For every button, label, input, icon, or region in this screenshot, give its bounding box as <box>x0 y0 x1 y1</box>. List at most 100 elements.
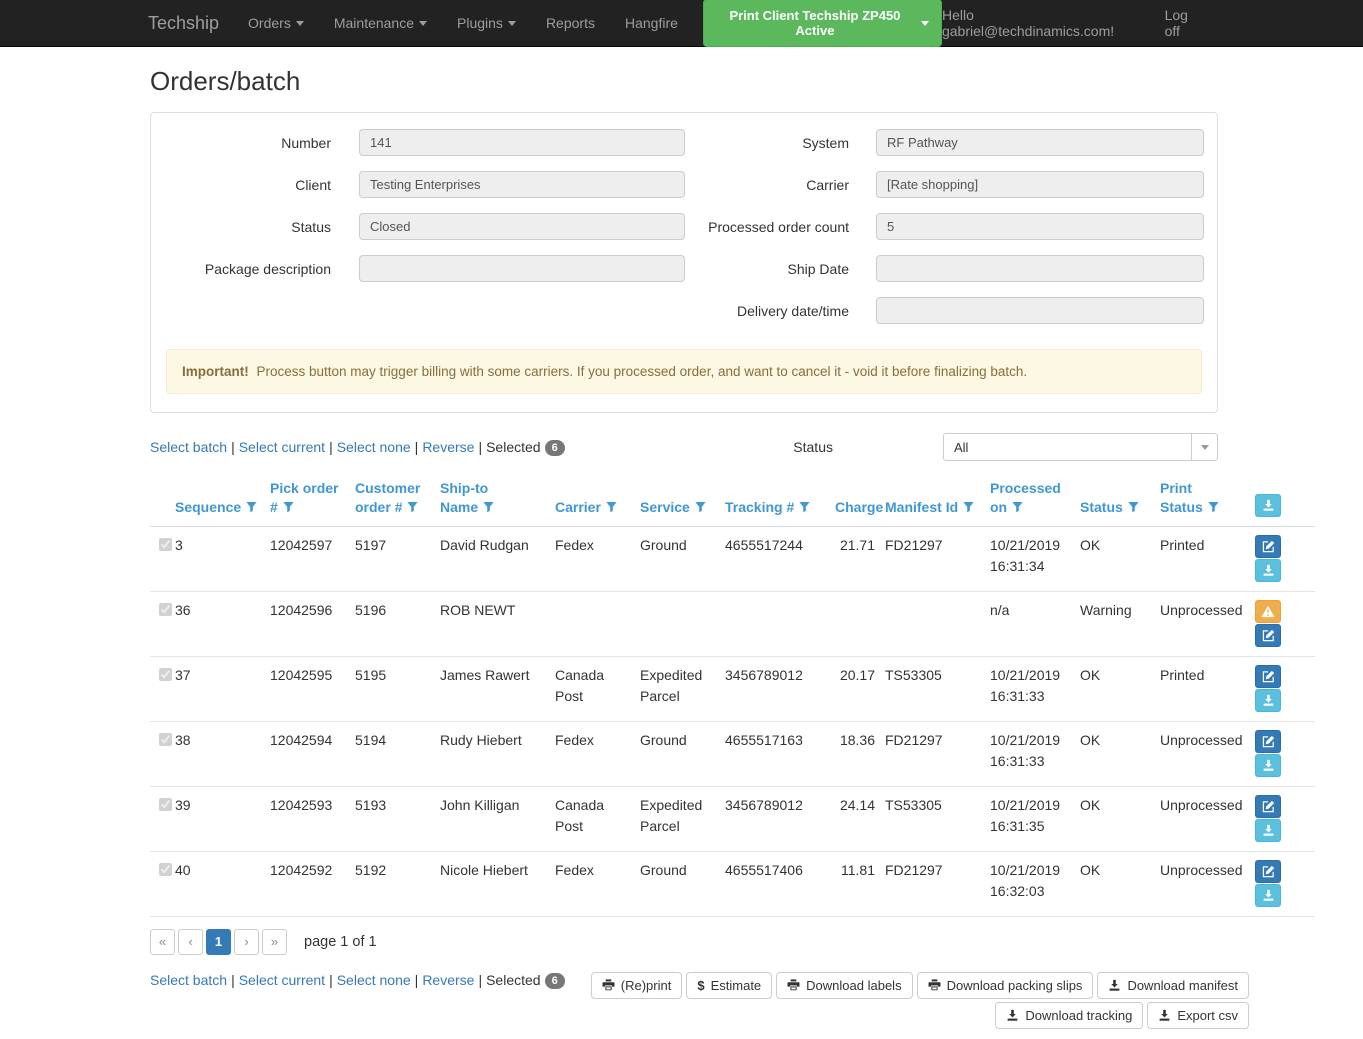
column-header-service: Service <box>640 475 725 526</box>
funnel-icon[interactable] <box>483 501 494 513</box>
row-edit-button[interactable] <box>1255 535 1281 558</box>
funnel-icon[interactable] <box>1012 501 1023 513</box>
cell-status: OK <box>1080 526 1160 591</box>
funnel-icon[interactable] <box>799 501 810 513</box>
cell-manifest: TS53305 <box>885 656 990 721</box>
download-icon <box>1006 1009 1019 1022</box>
orders-grid-header: SequencePick order #Customer order #Ship… <box>150 475 1315 526</box>
estimate-button[interactable]: $Estimate <box>686 972 772 999</box>
row-edit-button[interactable] <box>1255 665 1281 688</box>
row-edit-button[interactable] <box>1255 624 1281 647</box>
field-input-status <box>359 213 685 240</box>
separator: | <box>227 972 239 988</box>
row-edit-button[interactable] <box>1255 730 1281 753</box>
nav-item-reports[interactable]: Reports <box>531 0 610 46</box>
row-select-checkbox[interactable] <box>159 603 172 616</box>
navbar: Techship OrdersMaintenancePluginsReports… <box>0 0 1363 47</box>
nav-item-maintenance[interactable]: Maintenance <box>319 0 442 46</box>
column-header-sequence: Sequence <box>175 475 270 526</box>
row-download-button[interactable] <box>1255 884 1281 907</box>
column-header-label: # <box>270 499 278 515</box>
cell-tracking <box>725 591 835 656</box>
row-select-checkbox[interactable] <box>159 668 172 681</box>
pager-page-1-button[interactable]: 1 <box>206 929 231 955</box>
cell-sequence: 40 <box>175 851 270 916</box>
select-batch-link[interactable]: Select batch <box>150 972 227 988</box>
cell-customer-order: 5193 <box>355 786 440 851</box>
row-select-checkbox[interactable] <box>159 798 172 811</box>
cell-carrier: Fedex <box>555 526 640 591</box>
print-client-button[interactable]: Print Client Techship ZP450 Active <box>703 0 942 47</box>
download-icon <box>1158 1009 1171 1022</box>
funnel-icon[interactable] <box>963 501 974 513</box>
pager-last-page-button[interactable]: » <box>262 929 287 955</box>
cell-status: Warning <box>1080 591 1160 656</box>
funnel-icon[interactable] <box>1128 501 1139 513</box>
nav-item-plugins[interactable]: Plugins <box>442 0 531 46</box>
cell-print-status: Unprocessed <box>1160 591 1255 656</box>
separator: | <box>474 439 486 455</box>
brand-logo[interactable]: Techship <box>148 13 219 34</box>
log-off-link[interactable]: Log off <box>1165 7 1204 39</box>
cell-actions <box>1255 786 1315 851</box>
edit-icon <box>1262 735 1275 748</box>
select-current-link[interactable]: Select current <box>239 972 325 988</box>
nav-item-orders[interactable]: Orders <box>233 0 319 46</box>
funnel-icon[interactable] <box>246 501 257 513</box>
funnel-icon[interactable] <box>695 501 706 513</box>
pager-first-page-button[interactable]: « <box>150 929 175 955</box>
row-warning-button[interactable] <box>1255 600 1281 623</box>
funnel-icon[interactable] <box>606 501 617 513</box>
table-row: 36120425965196ROB NEWTn/aWarningUnproces… <box>150 591 1315 656</box>
grid-download-all-button[interactable] <box>1255 494 1281 517</box>
field-input-client <box>359 171 685 198</box>
select-batch-link[interactable]: Select batch <box>150 439 227 455</box>
status-filter-dropdown[interactable]: All <box>943 433 1218 461</box>
row-select-checkbox[interactable] <box>159 538 172 551</box>
pager: «‹1›» <box>150 929 290 955</box>
cell-ship-to: James Rawert <box>440 656 555 721</box>
reverse-link[interactable]: Reverse <box>422 972 474 988</box>
download-icon <box>1262 694 1275 707</box>
export-csv-button[interactable]: Export csv <box>1147 1002 1249 1029</box>
dollar-icon: $ <box>697 978 704 993</box>
separator: | <box>411 439 423 455</box>
nav-item-hangfire[interactable]: Hangfire <box>610 0 693 46</box>
important-alert: Important! Process button may trigger bi… <box>166 349 1202 394</box>
row-download-button[interactable] <box>1255 689 1281 712</box>
caret-down-icon <box>1191 434 1217 460</box>
download-packing-slips-button[interactable]: Download packing slips <box>917 972 1094 999</box>
download-manifest-button[interactable]: Download manifest <box>1097 972 1249 999</box>
funnel-icon[interactable] <box>407 501 418 513</box>
cell-charge: 11.81 <box>835 851 885 916</box>
row-download-button[interactable] <box>1255 819 1281 842</box>
row-download-button[interactable] <box>1255 754 1281 777</box>
download-labels-button[interactable]: Download labels <box>776 972 912 999</box>
cell-sequence: 36 <box>175 591 270 656</box>
separator: | <box>411 972 423 988</box>
user-greeting: Hello gabriel@techdinamics.com! <box>942 7 1135 39</box>
row-select-checkbox[interactable] <box>159 863 172 876</box>
select-current-link[interactable]: Select current <box>239 439 325 455</box>
re-print-button[interactable]: (Re)print <box>591 972 683 999</box>
select-none-link[interactable]: Select none <box>337 439 411 455</box>
row-edit-button[interactable] <box>1255 795 1281 818</box>
row-download-button[interactable] <box>1255 559 1281 582</box>
row-select-checkbox[interactable] <box>159 733 172 746</box>
select-none-link[interactable]: Select none <box>337 972 411 988</box>
pager-next-page-button[interactable]: › <box>234 929 259 955</box>
row-edit-button[interactable] <box>1255 860 1281 883</box>
column-header-label: Status <box>1160 499 1203 515</box>
funnel-icon[interactable] <box>283 501 294 513</box>
funnel-icon[interactable] <box>1208 501 1219 513</box>
pager-prev-page-button[interactable]: ‹ <box>178 929 203 955</box>
table-row: 39120425935193John KilliganCanada PostEx… <box>150 786 1315 851</box>
column-header-label: Carrier <box>555 499 601 515</box>
caret-down-icon <box>296 21 304 26</box>
field-input-system <box>876 129 1204 156</box>
important-alert-text: Process button may trigger billing with … <box>253 364 1027 379</box>
field-input-delivery-date-time <box>876 297 1204 324</box>
reverse-link[interactable]: Reverse <box>422 439 474 455</box>
download-icon <box>1262 499 1275 512</box>
download-tracking-button[interactable]: Download tracking <box>995 1002 1143 1029</box>
